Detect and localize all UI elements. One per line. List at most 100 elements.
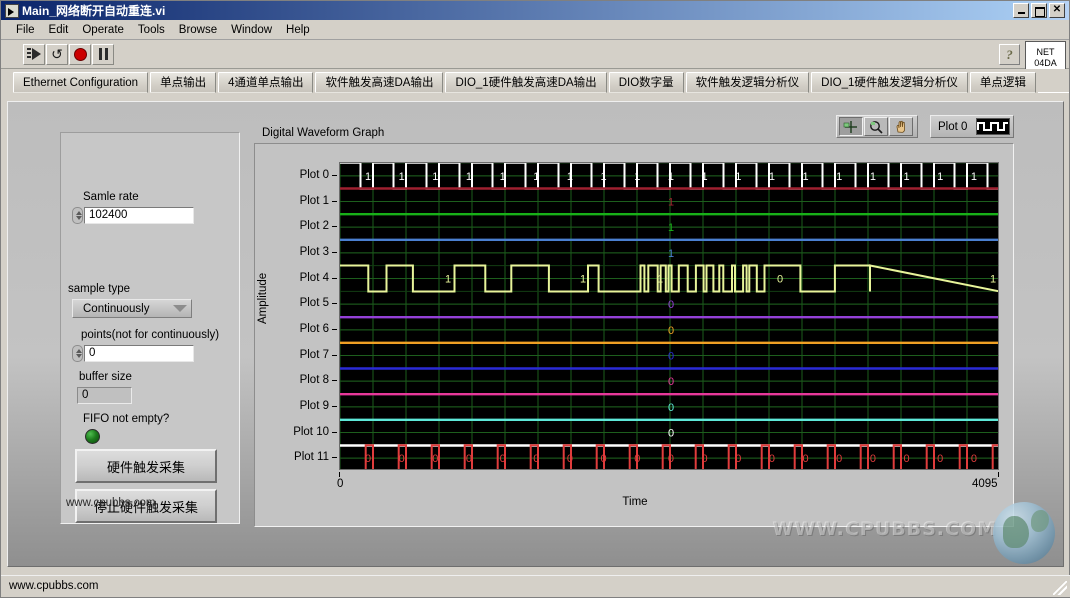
tab-dio1-hardware-trigger-logic-analyzer[interactable]: DIO_1硬件触发逻辑分析仪 <box>811 72 968 93</box>
legend-square-wave-svg <box>977 122 1008 131</box>
plot-value-label: 0 <box>432 453 438 465</box>
panel-watermark: www.cpubbs.com <box>66 497 156 509</box>
plot-value-label: 0 <box>702 453 708 465</box>
y-axis-label-plot-3: Plot 3 <box>299 245 329 258</box>
y-axis-label-plot-1: Plot 1 <box>299 194 329 207</box>
pause-icon <box>98 48 108 60</box>
plot-value-label: 0 <box>567 453 573 465</box>
front-panel: Samle rate 102400 sample type Continuous… <box>7 101 1064 567</box>
tab-dio1-hardware-trigger-da[interactable]: DIO_1硬件触发高速DA输出 <box>445 72 607 93</box>
fifo-led-indicator <box>85 429 100 444</box>
plot-value-label: 1 <box>445 274 451 286</box>
y-axis-tick <box>332 380 337 382</box>
tab-dio-digital[interactable]: DIO数字量 <box>608 72 684 93</box>
points-control[interactable]: 0 <box>72 345 194 362</box>
globe-icon <box>993 502 1055 564</box>
sample-type-dropdown[interactable]: Continuously <box>72 299 192 318</box>
sample-rate-spinner[interactable] <box>72 207 83 224</box>
graph-frame: Amplitude Plot 0 Plot 1 Plot 2 Plot 3 Plot 4… <box>254 143 1014 527</box>
minimize-button[interactable] <box>1013 3 1029 18</box>
pan-hand-icon[interactable] <box>889 117 913 136</box>
abort-button[interactable] <box>69 43 91 65</box>
y-axis-tick <box>332 328 337 330</box>
points-label: points(not for continuously) <box>81 329 220 341</box>
plot-value-label: 1 <box>937 171 943 183</box>
maximize-button[interactable] <box>1031 3 1047 18</box>
pause-button[interactable] <box>92 43 114 65</box>
hand-svg <box>896 120 906 133</box>
plot-value-label: 0 <box>836 453 842 465</box>
fifo-not-empty-label: FIFO not empty? <box>83 413 170 425</box>
y-axis-label-plot-4: Plot 4 <box>299 271 329 284</box>
tab-single-point-logic[interactable]: 单点逻辑 <box>969 72 1036 93</box>
plot-value-label: 1 <box>735 171 741 183</box>
site-watermark: WWW.CPUBBS.COM <box>772 518 997 540</box>
plot-canvas[interactable]: 1 1 1 1 1 1 1 1 1 1 1 1 1 1 1 1 1 1 1 1 1 1 1 1 1 0 1 0 0 0 0 0 0 0 0 0 0 0 0 0… <box>339 162 999 470</box>
tab-4ch-single-point-output[interactable]: 4通道单点输出 <box>218 72 314 93</box>
menu-file[interactable]: File <box>9 22 42 38</box>
menu-browse[interactable]: Browse <box>172 22 224 38</box>
chevron-down-icon <box>173 305 187 312</box>
plot-value-label: 0 <box>803 453 809 465</box>
x-axis-tick-label: 4095 <box>972 478 998 490</box>
plot-value-label: 0 <box>668 299 674 311</box>
menu-bar: File Edit Operate Tools Browse Window He… <box>1 20 1069 40</box>
plot-legend[interactable]: Plot 0 <box>930 115 1014 138</box>
run-continuously-button[interactable]: ↺ <box>46 43 68 65</box>
plot-value-label: 1 <box>803 171 809 183</box>
zoom-icon[interactable] <box>864 117 888 136</box>
tab-software-trigger-da[interactable]: 软件触发高速DA输出 <box>315 72 444 93</box>
zoom-svg <box>870 120 883 134</box>
plot-value-label: 1 <box>601 171 607 183</box>
menu-window[interactable]: Window <box>224 22 279 38</box>
tab-ethernet-configuration[interactable]: Ethernet Configuration <box>13 72 149 93</box>
vi-icon <box>5 3 19 18</box>
resize-grip[interactable] <box>1053 581 1067 595</box>
plot-value-label: 0 <box>533 453 539 465</box>
plot-value-label: 0 <box>870 453 876 465</box>
legend-waveform-icon <box>976 118 1010 135</box>
sample-rate-control[interactable]: 102400 <box>72 207 194 224</box>
sample-type-value: Continuously <box>83 302 150 315</box>
plot-value-label: 0 <box>601 453 607 465</box>
sample-rate-input[interactable]: 102400 <box>84 207 194 224</box>
context-help-button[interactable]: ? <box>999 44 1020 65</box>
x-axis-tick <box>998 472 999 477</box>
points-spinner[interactable] <box>72 345 83 362</box>
legend-plot-name: Plot 0 <box>938 120 968 133</box>
menu-operate[interactable]: Operate <box>75 22 131 38</box>
close-button[interactable]: ✕ <box>1049 3 1065 18</box>
plot-value-label: 0 <box>668 325 674 337</box>
points-input[interactable]: 0 <box>84 345 194 362</box>
plot-value-label: 0 <box>668 351 674 363</box>
plot-value-label: 1 <box>399 171 405 183</box>
plot-value-label: 0 <box>937 453 943 465</box>
tab-single-point-output[interactable]: 单点输出 <box>150 72 217 93</box>
y-axis-tick <box>332 405 337 407</box>
plot-value-label: 1 <box>668 171 674 183</box>
status-watermark: www.cpubbs.com <box>9 580 99 592</box>
crosshair-cursor-icon[interactable] <box>839 117 863 136</box>
menu-tools[interactable]: Tools <box>131 22 172 38</box>
plot-value-label: 1 <box>990 274 996 286</box>
y-axis-tick <box>332 174 337 176</box>
y-axis-tick <box>332 431 337 433</box>
x-axis-tick <box>339 472 340 477</box>
hardware-trigger-acquire-button[interactable]: 硬件触发采集 <box>75 449 217 483</box>
menu-help[interactable]: Help <box>279 22 317 38</box>
sample-type-label: sample type <box>68 283 131 295</box>
y-axis-label-plot-8: Plot 8 <box>299 374 329 387</box>
plot-value-label: 1 <box>657 274 663 286</box>
x-axis-title: Time <box>622 496 648 508</box>
menu-edit[interactable]: Edit <box>42 22 76 38</box>
tab-software-trigger-logic-analyzer[interactable]: 软件触发逻辑分析仪 <box>685 72 810 93</box>
plot-value-label: 1 <box>668 248 674 260</box>
plot-value-label: 1 <box>466 171 472 183</box>
plot-value-label: 1 <box>769 171 775 183</box>
run-button[interactable] <box>23 43 45 65</box>
y-axis-tick <box>332 251 337 253</box>
plot-value-label: 0 <box>971 453 977 465</box>
window-title: Main_网络断开自动重连.vi <box>22 4 166 18</box>
plot-value-label: 0 <box>735 453 741 465</box>
y-axis-label-plot-10: Plot 10 <box>293 425 329 438</box>
